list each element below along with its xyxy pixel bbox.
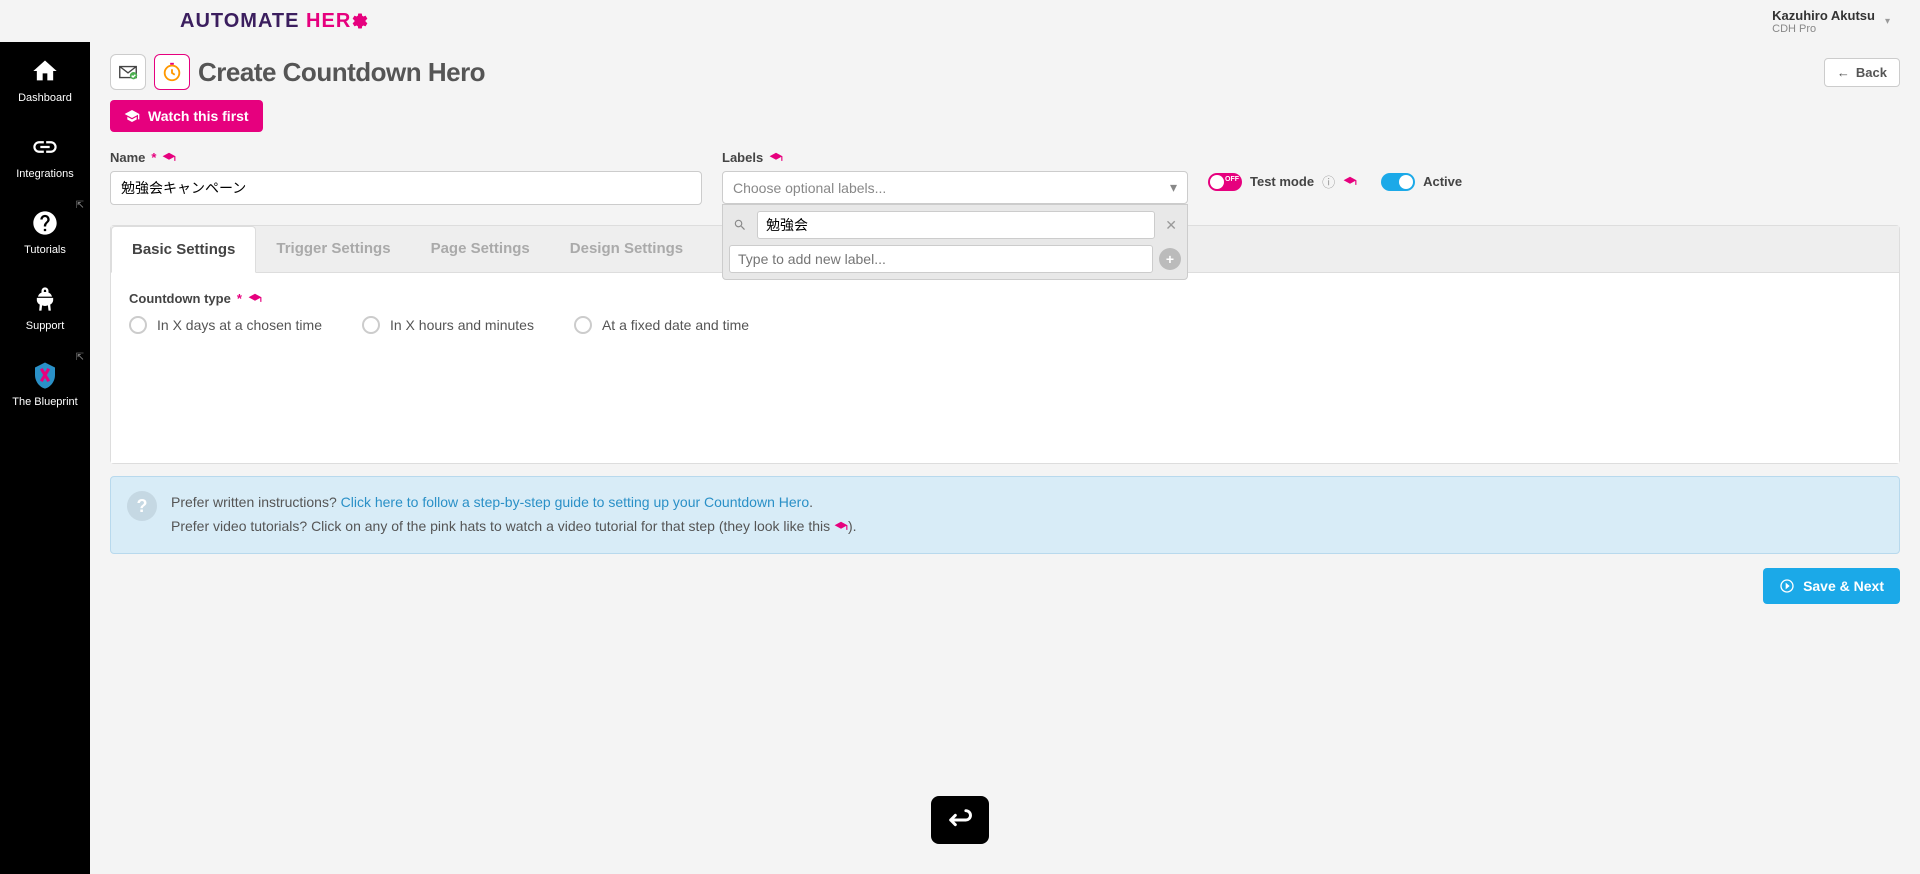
- arrow-left-icon: ←: [1837, 65, 1850, 80]
- info-link[interactable]: Click here to follow a step-by-step guid…: [341, 494, 809, 510]
- home-icon: [30, 56, 60, 86]
- top-header: AUTOMATE HER Kazuhiro Akutsu CDH Pro ▾: [0, 0, 1920, 42]
- user-plan: CDH Pro: [1772, 23, 1875, 35]
- save-row: Save & Next: [110, 568, 1900, 604]
- app-logo[interactable]: AUTOMATE HER: [180, 10, 369, 33]
- hat-icon[interactable]: [162, 151, 176, 165]
- test-mode-group: OFF Test mode ⓘ: [1208, 172, 1357, 191]
- labels-placeholder: Choose optional labels...: [733, 180, 886, 196]
- labels-label: Labels: [722, 150, 1188, 165]
- countdown-type-radios: In X days at a chosen time In X hours an…: [129, 316, 1881, 334]
- radio-option-fixed[interactable]: At a fixed date and time: [574, 316, 749, 334]
- required-mark: *: [151, 150, 156, 165]
- test-mode-label: Test mode: [1250, 174, 1314, 189]
- back-button[interactable]: ← Back: [1824, 58, 1900, 87]
- question-icon: [30, 208, 60, 238]
- tab-design-settings[interactable]: Design Settings: [550, 226, 703, 272]
- caret-down-icon: ▾: [1170, 179, 1177, 196]
- sidebar: Dashboard Integrations ⇱ Tutorials Suppo…: [0, 42, 90, 874]
- radio-icon: [574, 316, 592, 334]
- save-label: Save & Next: [1803, 578, 1884, 594]
- sidebar-label-4: The Blueprint: [12, 396, 77, 408]
- info-line1-suffix: .: [809, 494, 813, 510]
- labels-field-group: Labels Choose optional labels... ▾ ✕ +: [722, 150, 1188, 204]
- radio-option-days[interactable]: In X days at a chosen time: [129, 316, 322, 334]
- hat-icon[interactable]: [769, 151, 783, 165]
- sidebar-item-support[interactable]: Support: [0, 270, 90, 346]
- radio-label-1: In X hours and minutes: [390, 317, 534, 333]
- save-next-button[interactable]: Save & Next: [1763, 568, 1900, 604]
- tab-basic-settings[interactable]: Basic Settings: [111, 226, 256, 273]
- labels-dropdown: ✕ +: [722, 204, 1188, 280]
- countdown-hero-icon[interactable]: [154, 54, 190, 90]
- back-label: Back: [1856, 65, 1887, 80]
- info-line1-prefix: Prefer written instructions?: [171, 494, 341, 510]
- clear-icon[interactable]: ✕: [1161, 217, 1181, 234]
- sidebar-label-0: Dashboard: [18, 92, 72, 104]
- external-link-icon: ⇱: [76, 352, 84, 363]
- labels-search-input[interactable]: [757, 211, 1155, 239]
- arrow-right-circle-icon: [1779, 578, 1795, 594]
- info-text: Prefer written instructions? Click here …: [171, 491, 857, 539]
- form-row: Name * Labels Choose optional labels... …: [110, 150, 1900, 205]
- active-label: Active: [1423, 174, 1462, 189]
- countdown-type-label: Countdown type *: [129, 291, 1881, 306]
- labels-select[interactable]: Choose optional labels... ▾: [722, 171, 1188, 204]
- info-icon[interactable]: ⓘ: [1322, 172, 1335, 191]
- user-name: Kazuhiro Akutsu: [1772, 8, 1875, 23]
- hat-icon[interactable]: [248, 292, 262, 306]
- info-line2-suffix: ).: [848, 518, 857, 534]
- logo-part2: HER: [306, 10, 351, 32]
- active-group: Active: [1381, 173, 1462, 191]
- name-label: Name *: [110, 150, 702, 165]
- main-content: Create Countdown Hero ← Back Watch this …: [90, 42, 1920, 616]
- hat-icon[interactable]: [1343, 175, 1357, 189]
- plus-circle-icon[interactable]: +: [1159, 248, 1181, 270]
- gear-icon: [351, 12, 369, 30]
- radio-label-0: In X days at a chosen time: [157, 317, 322, 333]
- test-mode-toggle[interactable]: OFF: [1208, 173, 1242, 191]
- sidebar-item-integrations[interactable]: Integrations: [0, 118, 90, 194]
- name-field-group: Name *: [110, 150, 702, 205]
- page-header: Create Countdown Hero ← Back: [110, 54, 1900, 90]
- required-mark: *: [237, 291, 242, 306]
- support-icon: [30, 284, 60, 314]
- search-icon: [729, 218, 751, 232]
- logo-part1: AUTOMATE: [180, 10, 299, 32]
- external-link-icon: ⇱: [76, 200, 84, 211]
- sidebar-item-tutorials[interactable]: ⇱ Tutorials: [0, 194, 90, 270]
- sidebar-label-3: Support: [26, 320, 65, 332]
- info-line2-prefix: Prefer video tutorials? Click on any of …: [171, 518, 834, 534]
- sidebar-item-dashboard[interactable]: Dashboard: [0, 42, 90, 118]
- chevron-down-icon: ▾: [1885, 16, 1890, 27]
- page-title: Create Countdown Hero: [198, 57, 485, 88]
- radio-label-2: At a fixed date and time: [602, 317, 749, 333]
- watch-label: Watch this first: [148, 108, 249, 124]
- sidebar-label-2: Tutorials: [24, 244, 66, 256]
- radio-icon: [362, 316, 380, 334]
- tab-page-settings[interactable]: Page Settings: [411, 226, 550, 272]
- radio-option-hours[interactable]: In X hours and minutes: [362, 316, 534, 334]
- tab-content: Countdown type * In X days at a chosen t…: [111, 273, 1899, 463]
- return-icon: [946, 806, 974, 834]
- question-circle-icon: ?: [127, 491, 157, 521]
- user-menu[interactable]: Kazuhiro Akutsu CDH Pro ▾: [1772, 8, 1890, 35]
- sidebar-item-blueprint[interactable]: ⇱ The Blueprint: [0, 346, 90, 422]
- instructions-info-box: ? Prefer written instructions? Click her…: [110, 476, 1900, 554]
- name-input[interactable]: [110, 171, 702, 205]
- tab-trigger-settings[interactable]: Trigger Settings: [256, 226, 410, 272]
- toggles-area: OFF Test mode ⓘ Active: [1208, 150, 1462, 191]
- email-hero-icon[interactable]: [110, 54, 146, 90]
- graduation-cap-icon: [124, 108, 140, 124]
- floating-action-button[interactable]: [931, 796, 989, 844]
- hat-icon: [834, 518, 848, 534]
- link-icon: [30, 132, 60, 162]
- radio-icon: [129, 316, 147, 334]
- labels-add-input[interactable]: [729, 245, 1153, 273]
- watch-button[interactable]: Watch this first: [110, 100, 263, 132]
- active-toggle[interactable]: [1381, 173, 1415, 191]
- sidebar-label-1: Integrations: [16, 168, 73, 180]
- blueprint-icon: [30, 360, 60, 390]
